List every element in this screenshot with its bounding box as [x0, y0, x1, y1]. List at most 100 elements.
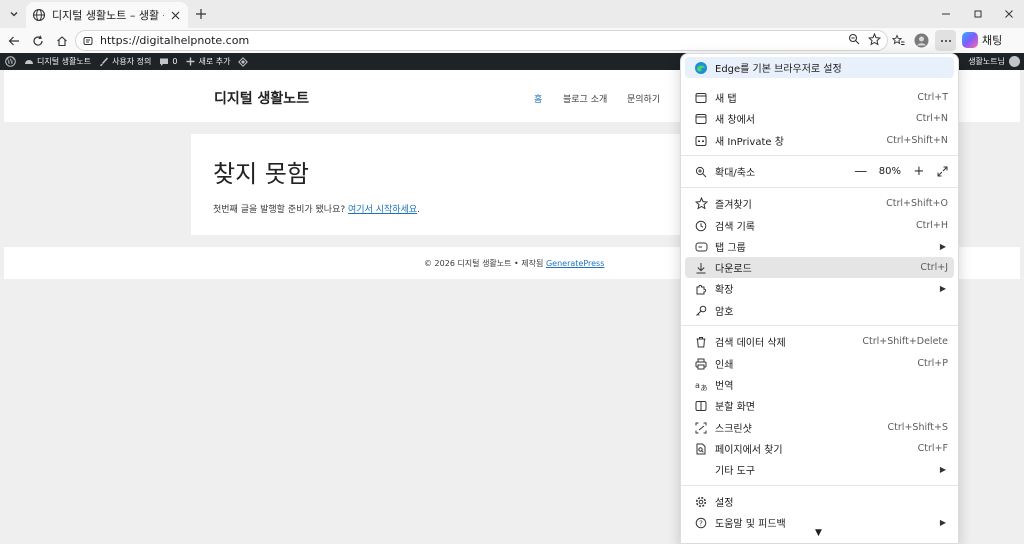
site-info-icon[interactable] [82, 35, 94, 47]
menu-shortcut: Ctrl+Shift+Delete [862, 336, 948, 347]
close-window-icon[interactable] [999, 4, 1019, 24]
screenshot-icon [691, 422, 711, 434]
split-screen-icon [691, 400, 711, 412]
tab-groups-icon [691, 241, 711, 253]
wp-site-name: 디지털 생활노트 [37, 57, 92, 66]
menu-label: 탭 그룹 [715, 243, 746, 254]
page-title: 찾지 못함 [213, 160, 309, 188]
menu-divider [681, 485, 958, 486]
new-tab-icon [691, 92, 711, 104]
start-here-link[interactable]: 여기서 시작하세요 [348, 205, 417, 215]
menu-label: 스크린샷 [715, 424, 752, 435]
favorites-list-icon[interactable] [888, 30, 909, 51]
refresh-icon[interactable] [27, 30, 48, 51]
submenu-arrow-icon: ▶ [939, 465, 946, 474]
menu-item-settings[interactable]: 설정 [685, 491, 954, 512]
tab-actions-chevron-icon[interactable] [4, 4, 24, 24]
menu-shortcut: Ctrl+Shift+S [887, 422, 948, 433]
menu-item-find[interactable]: 페이지에서 찾기 Ctrl+F [685, 438, 954, 459]
menu-item-new-tab[interactable]: 새 탭 Ctrl+T [685, 87, 954, 108]
svg-text:a: a [695, 381, 700, 390]
menu-label: 인쇄 [715, 360, 734, 371]
menu-item-new-window[interactable]: 새 창에서 Ctrl+N [685, 108, 954, 129]
copilot-chat-button[interactable]: 채팅 [962, 32, 1002, 48]
settings-and-more-menu: Edge를 기본 브라우저로 설정 새 탭 Ctrl+T 새 창에서 Ctrl+… [680, 53, 959, 544]
menu-item-split-screen[interactable]: 분할 화면 [685, 395, 954, 416]
comment-bubble-icon [159, 57, 169, 67]
inprivate-icon [691, 135, 711, 147]
menu-label: 즐겨찾기 [715, 200, 752, 211]
tab-title: 디지털 생활노트 – 생활 속 디지털 [52, 9, 164, 22]
menu-label: 분할 화면 [715, 402, 755, 413]
favorites-icon [691, 197, 711, 210]
nav-contact[interactable]: 문의하기 [627, 92, 660, 105]
set-default-browser-item[interactable]: Edge를 기본 브라우저로 설정 [685, 57, 954, 78]
menu-shortcut: Ctrl+T [917, 92, 948, 103]
wordpress-logo-icon[interactable]: W [5, 56, 16, 67]
dashboard-icon [24, 57, 34, 67]
menu-item-passwords[interactable]: 암호 [685, 300, 954, 321]
wp-customize-link[interactable]: 사용자 정의 [99, 56, 151, 67]
close-tab-icon[interactable] [168, 8, 182, 22]
menu-divider [681, 155, 958, 156]
copilot-icon [962, 32, 978, 48]
more-options-icon[interactable] [935, 30, 956, 51]
menu-item-tab-groups[interactable]: 탭 그룹 ▶ [685, 236, 954, 257]
menu-shortcut: Ctrl+J [920, 262, 948, 273]
zoom-level: 80% [878, 166, 901, 177]
menu-item-translate[interactable]: aあ 번역 [685, 374, 954, 395]
active-tab[interactable]: 디지털 생활노트 – 생활 속 디지털 [26, 2, 188, 28]
profile-avatar-icon[interactable] [911, 30, 932, 51]
menu-label: 번역 [715, 381, 734, 392]
menu-item-clear-data[interactable]: 검색 데이터 삭제 Ctrl+Shift+Delete [685, 331, 954, 352]
generatepress-link[interactable]: GeneratePress [546, 259, 604, 268]
wp-comment-count: 0 [172, 57, 178, 66]
wp-account-menu[interactable]: 생활노트님 [968, 53, 1020, 70]
address-bar[interactable]: https://digitalhelpnote.com [75, 30, 888, 51]
menu-item-print[interactable]: 인쇄 Ctrl+P [685, 353, 954, 374]
maximize-icon[interactable] [968, 4, 988, 24]
url-text: https://digitalhelpnote.com [100, 34, 250, 47]
menu-scroll-down-icon[interactable]: ▼ [815, 528, 822, 538]
zoom-search-icon[interactable] [845, 30, 863, 48]
menu-item-favorites[interactable]: 즐겨찾기 Ctrl+Shift+O [685, 193, 954, 214]
history-icon [691, 220, 711, 232]
nav-home[interactable]: 홈 [534, 92, 542, 105]
nav-about[interactable]: 블로그 소개 [563, 92, 607, 105]
globe-icon [32, 8, 46, 22]
avatar [1009, 56, 1020, 67]
menu-shortcut: Ctrl+F [917, 443, 948, 454]
footer-prefix: © 2026 디지털 생활노트 • 제작됨 [424, 259, 544, 268]
menu-item-zoom: 확대/축소 — 80% + [685, 161, 954, 182]
menu-shortcut: Ctrl+H [915, 220, 948, 231]
menu-label: 새 탭 [715, 94, 737, 105]
menu-divider [681, 325, 958, 326]
home-icon[interactable] [51, 30, 72, 51]
menu-item-more-tools[interactable]: 기타 도구 ▶ [685, 459, 954, 480]
menu-item-screenshot[interactable]: 스크린샷 Ctrl+Shift+S [685, 417, 954, 438]
wp-site-link[interactable]: 디지털 생활노트 [24, 56, 91, 67]
trash-icon [691, 336, 711, 348]
menu-shortcut: Ctrl+Shift+N [886, 135, 948, 146]
minimize-icon[interactable] [936, 4, 956, 24]
wp-new-content-link[interactable]: 새로 추가 [186, 56, 230, 67]
menu-label: 새 InPrivate 창 [715, 137, 784, 148]
wp-comments-link[interactable]: 0 [159, 57, 178, 67]
back-icon[interactable] [3, 30, 24, 51]
site-title[interactable]: 디지털 생활노트 [214, 88, 309, 108]
fullscreen-icon[interactable] [937, 166, 948, 177]
zoom-in-button[interactable]: + [911, 164, 927, 179]
wp-howdy-label: 생활노트님 [968, 57, 1005, 66]
menu-item-history[interactable]: 검색 기록 Ctrl+H [685, 215, 954, 236]
menu-item-downloads[interactable]: 다운로드 Ctrl+J [685, 257, 954, 278]
menu-item-extensions[interactable]: 확장 ▶ [685, 278, 954, 299]
menu-label: 확대/축소 [715, 168, 756, 179]
wp-diamond-icon[interactable] [238, 56, 249, 67]
favorite-star-icon[interactable] [865, 30, 883, 48]
zoom-out-button[interactable]: — [853, 164, 869, 179]
tab-strip: 디지털 생활노트 – 생활 속 디지털 [0, 0, 1024, 28]
menu-item-inprivate[interactable]: 새 InPrivate 창 Ctrl+Shift+N [685, 130, 954, 151]
zoom-controls: — 80% + [853, 164, 948, 179]
new-tab-button[interactable] [192, 5, 210, 23]
submenu-arrow-icon: ▶ [939, 242, 946, 251]
